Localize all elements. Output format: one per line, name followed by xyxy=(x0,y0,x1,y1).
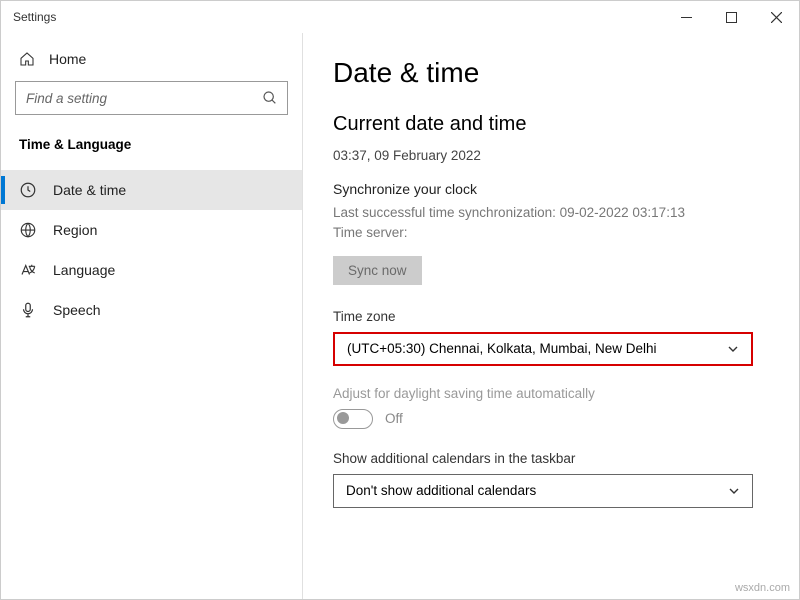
timezone-value: (UTC+05:30) Chennai, Kolkata, Mumbai, Ne… xyxy=(347,341,657,356)
sync-now-button[interactable]: Sync now xyxy=(333,256,422,285)
sync-heading: Synchronize your clock xyxy=(333,181,769,197)
sidebar-item-date-time[interactable]: Date & time xyxy=(1,170,302,210)
additional-calendars-value: Don't show additional calendars xyxy=(346,483,536,498)
titlebar: Settings xyxy=(1,1,799,33)
language-icon xyxy=(19,261,37,279)
sync-last-success: Last successful time synchronization: 09… xyxy=(333,203,769,223)
minimize-button[interactable] xyxy=(664,1,709,33)
dst-state: Off xyxy=(385,411,403,426)
globe-icon xyxy=(19,221,37,239)
additional-calendars-label: Show additional calendars in the taskbar xyxy=(333,451,769,466)
home-link[interactable]: Home xyxy=(15,33,288,81)
sync-server: Time server: xyxy=(333,223,769,243)
maximize-button[interactable] xyxy=(709,1,754,33)
close-button[interactable] xyxy=(754,1,799,33)
timezone-label: Time zone xyxy=(333,309,769,324)
home-icon xyxy=(19,51,35,67)
sidebar-item-speech[interactable]: Speech xyxy=(1,290,302,330)
timezone-select[interactable]: (UTC+05:30) Chennai, Kolkata, Mumbai, Ne… xyxy=(333,332,753,366)
search-input[interactable] xyxy=(15,81,288,115)
chevron-down-icon xyxy=(728,485,740,497)
sidebar-item-language[interactable]: Language xyxy=(1,250,302,290)
main-panel: Date & time Current date and time 03:37,… xyxy=(303,33,799,599)
window-title: Settings xyxy=(13,10,56,24)
home-label: Home xyxy=(49,51,86,67)
clock-icon xyxy=(19,181,37,199)
sidebar-item-label: Date & time xyxy=(53,182,126,198)
page-title: Date & time xyxy=(333,57,769,89)
additional-calendars-select[interactable]: Don't show additional calendars xyxy=(333,474,753,508)
search-icon xyxy=(262,90,278,106)
section-title: Time & Language xyxy=(15,133,288,170)
sidebar-item-label: Region xyxy=(53,222,97,238)
current-datetime-heading: Current date and time xyxy=(333,113,769,136)
chevron-down-icon xyxy=(727,343,739,355)
watermark: wsxdn.com xyxy=(735,582,790,594)
sidebar: Home Time & Language Date & time Region xyxy=(1,33,303,599)
sidebar-item-label: Speech xyxy=(53,302,100,318)
microphone-icon xyxy=(19,301,37,319)
dst-label: Adjust for daylight saving time automati… xyxy=(333,386,769,401)
dst-toggle xyxy=(333,409,373,429)
sidebar-item-label: Language xyxy=(53,262,115,278)
current-datetime-value: 03:37, 09 February 2022 xyxy=(333,148,769,163)
sidebar-item-region[interactable]: Region xyxy=(1,210,302,250)
